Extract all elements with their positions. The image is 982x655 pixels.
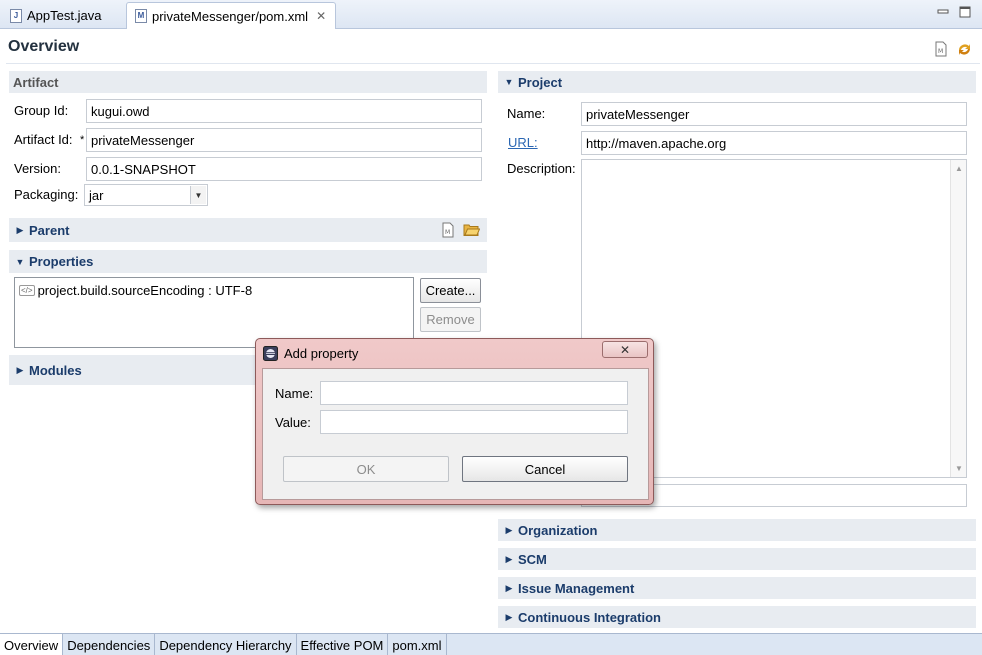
- header-separator: [6, 63, 980, 64]
- properties-section-header[interactable]: ▼ Properties: [9, 250, 487, 273]
- property-entry: project.build.sourceEncoding : UTF-8: [37, 283, 253, 298]
- artifact-section-header: Artifact: [9, 71, 487, 93]
- minimize-icon[interactable]: [937, 6, 949, 18]
- tab-dependency-hierarchy[interactable]: Dependency Hierarchy: [155, 634, 297, 655]
- dropdown-arrow-icon[interactable]: ▼: [190, 186, 206, 204]
- java-file-icon: J: [10, 8, 22, 23]
- packaging-select[interactable]: jar ▼: [84, 184, 208, 206]
- scroll-up-icon[interactable]: ▲: [955, 164, 963, 173]
- modules-header-label: Modules: [29, 362, 82, 378]
- dialog-body: Name: Value: OK Cancel: [262, 368, 649, 500]
- tab-apptest-java[interactable]: J AppTest.java: [2, 2, 109, 29]
- dialog-close-button[interactable]: ✕: [602, 341, 648, 358]
- tab-pom-xml[interactable]: M privateMessenger/pom.xml ✕: [126, 2, 336, 29]
- collapse-arrow-icon: ▼: [504, 77, 514, 87]
- url-link[interactable]: URL:: [508, 135, 538, 150]
- editor-tab-bar: J AppTest.java M privateMessenger/pom.xm…: [0, 0, 982, 29]
- project-url-field[interactable]: http://maven.apache.org: [581, 131, 967, 155]
- eclipse-icon: [263, 346, 278, 361]
- continuous-integration-section-header[interactable]: ▶ Continuous Integration: [498, 606, 976, 628]
- section-label: Continuous Integration: [518, 609, 661, 625]
- collapse-arrow-icon: ▼: [15, 256, 25, 267]
- artifact-header-label: Artifact: [13, 74, 59, 90]
- tab-label: privateMessenger/pom.xml: [152, 8, 309, 24]
- expand-arrow-icon: ▶: [505, 553, 513, 564]
- vertical-scrollbar[interactable]: ▲ ▼: [950, 160, 966, 477]
- open-folder-icon[interactable]: [463, 222, 480, 237]
- section-label: SCM: [518, 551, 547, 567]
- parent-header-label: Parent: [29, 222, 70, 238]
- scroll-down-icon[interactable]: ▼: [955, 464, 963, 473]
- ok-button[interactable]: OK: [283, 456, 449, 482]
- select-parent-icon[interactable]: M: [441, 222, 456, 238]
- organization-section-header[interactable]: ▶ Organization: [498, 519, 976, 541]
- remove-button[interactable]: Remove: [420, 307, 481, 332]
- tab-overview[interactable]: Overview: [0, 634, 64, 655]
- project-header-label: Project: [518, 74, 563, 90]
- tab-pom-xml-source[interactable]: pom.xml: [388, 634, 447, 655]
- group-id-field[interactable]: kugui.owd: [86, 99, 482, 123]
- cancel-button[interactable]: Cancel: [462, 456, 628, 482]
- tab-effective-pom[interactable]: Effective POM: [297, 634, 389, 655]
- show-pom-xml-icon[interactable]: M: [933, 41, 949, 57]
- create-button[interactable]: Create...: [420, 278, 481, 303]
- section-label: Issue Management: [518, 580, 635, 596]
- maximize-icon[interactable]: [959, 6, 971, 18]
- artifact-id-label: Artifact Id:: [14, 132, 73, 147]
- project-name-label: Name:: [507, 106, 546, 121]
- list-item[interactable]: </> project.build.sourceEncoding : UTF-8: [19, 283, 252, 298]
- dialog-value-label: Value:: [275, 415, 311, 430]
- description-label: Description:: [507, 161, 576, 176]
- dialog-name-input[interactable]: [320, 381, 628, 405]
- project-section-header[interactable]: ▼ Project: [498, 71, 976, 93]
- expand-arrow-icon: ▶: [505, 524, 513, 535]
- section-label: Organization: [518, 522, 598, 538]
- group-id-label: Group Id:: [14, 103, 69, 118]
- expand-arrow-icon: ▶: [505, 611, 513, 622]
- expand-arrow-icon: ▶: [16, 364, 24, 375]
- expand-arrow-icon: ▶: [505, 582, 513, 593]
- version-field[interactable]: 0.0.1-SNAPSHOT: [86, 157, 482, 181]
- tab-dependencies[interactable]: Dependencies: [63, 634, 156, 655]
- parent-section-header[interactable]: ▶ Parent: [9, 218, 487, 242]
- packaging-value: jar: [89, 187, 104, 203]
- close-icon: ✕: [619, 342, 631, 357]
- project-name-field[interactable]: privateMessenger: [581, 102, 967, 126]
- svg-text:M: M: [445, 229, 450, 236]
- required-marker: *: [80, 134, 85, 146]
- version-label: Version:: [14, 161, 61, 176]
- dialog-title: Add property: [284, 346, 359, 361]
- packaging-label: Packaging:: [14, 187, 79, 202]
- properties-header-label: Properties: [29, 254, 94, 269]
- expand-arrow-icon: ▶: [16, 224, 24, 235]
- page-title: Overview: [8, 38, 80, 55]
- svg-text:M: M: [938, 48, 943, 55]
- issue-management-section-header[interactable]: ▶ Issue Management: [498, 577, 976, 599]
- artifact-id-field[interactable]: privateMessenger: [86, 128, 482, 152]
- refresh-icon[interactable]: [956, 41, 973, 58]
- pom-editor-page-tabs: Overview Dependencies Dependency Hierarc…: [0, 633, 982, 655]
- maven-pom-icon: M: [135, 9, 147, 23]
- close-icon[interactable]: ✕: [316, 9, 326, 23]
- property-icon: </>: [19, 285, 35, 296]
- tab-label: AppTest.java: [27, 8, 102, 23]
- dialog-value-input[interactable]: [320, 410, 628, 434]
- scm-section-header[interactable]: ▶ SCM: [498, 548, 976, 570]
- add-property-dialog: Add property ✕ Name: Value: OK Cancel: [255, 338, 654, 505]
- dialog-name-label: Name:: [275, 386, 314, 401]
